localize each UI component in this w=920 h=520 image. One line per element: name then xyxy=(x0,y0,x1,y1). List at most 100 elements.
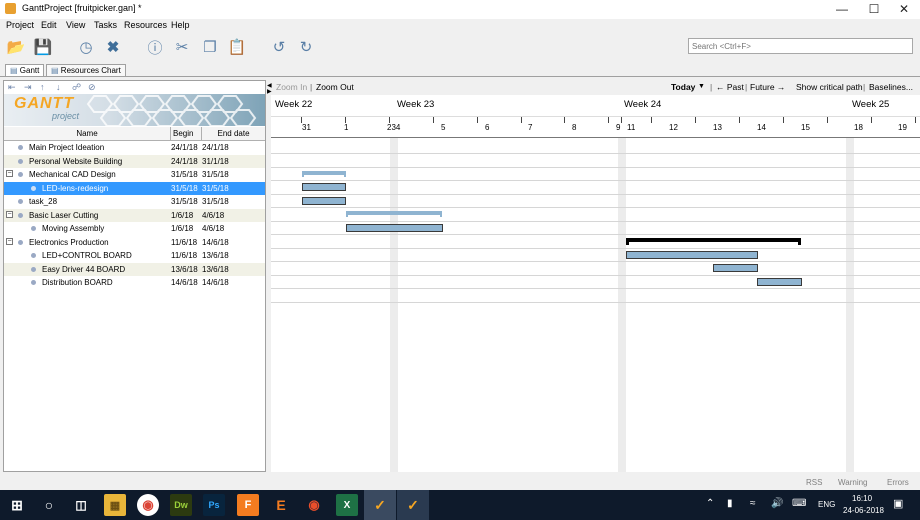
close-button[interactable]: ✕ xyxy=(888,0,920,19)
unlink-icon[interactable]: ⊘ xyxy=(88,82,96,93)
indent-icon[interactable]: ⇥ xyxy=(24,82,32,93)
clock-date[interactable]: 24-06-2018 xyxy=(843,506,884,515)
search-input[interactable] xyxy=(688,38,913,54)
table-row[interactable]: Easy Driver 44 BOARD 13/6/18 13/6/18 xyxy=(4,262,265,276)
warning-link[interactable]: Warning xyxy=(838,478,868,487)
task-bar-led-control-board[interactable] xyxy=(626,251,758,259)
link-icon[interactable]: ☍ xyxy=(72,82,81,93)
critical-path-button[interactable]: Show critical path xyxy=(796,82,863,92)
table-row[interactable]: − Mechanical CAD Design 31/5/18 31/5/18 xyxy=(4,168,265,182)
menu-resources[interactable]: Resources xyxy=(124,20,167,30)
day-tick xyxy=(301,117,302,123)
task-name: Easy Driver 44 BOARD xyxy=(42,264,126,274)
today-button[interactable]: Today xyxy=(671,82,695,92)
splitter-arrow-icon[interactable]: ▶ xyxy=(267,88,272,95)
app-f-icon[interactable]: F xyxy=(237,494,259,516)
collapse-toggle-icon[interactable]: − xyxy=(6,237,13,245)
undo-icon[interactable]: ↺ xyxy=(270,38,288,56)
splitter[interactable] xyxy=(267,80,271,472)
summary-bar-electronics-production[interactable] xyxy=(626,238,801,242)
tray-chevron-icon[interactable]: ⌃ xyxy=(706,498,714,509)
summary-bar-mechanical-cad[interactable] xyxy=(302,171,346,175)
dreamweaver-icon[interactable]: Dw xyxy=(170,494,192,516)
task-bullet-icon xyxy=(18,199,23,204)
info-icon[interactable]: ⓘ xyxy=(146,38,164,57)
table-row[interactable]: Personal Website Building 24/1/18 31/1/18 xyxy=(4,154,265,168)
chart-toolbar: Zoom In | Zoom Out Today ▼ | ← Past | Fu… xyxy=(270,80,920,95)
chrome-icon[interactable]: ◉ xyxy=(137,494,159,516)
table-row[interactable]: Distribution BOARD 14/6/18 14/6/18 xyxy=(4,276,265,290)
collapse-toggle-icon[interactable]: − xyxy=(6,210,13,218)
unindent-icon[interactable]: ⇤ xyxy=(8,82,16,93)
table-row[interactable]: − Basic Laser Cutting 1/6/18 4/6/18 xyxy=(4,208,265,222)
task-bullet-icon xyxy=(31,280,36,285)
table-row[interactable]: LED-lens-redesign 31/5/18 31/5/18 xyxy=(4,181,265,195)
task-bar-easy-driver-board[interactable] xyxy=(713,264,758,272)
task-bullet-icon xyxy=(18,212,23,218)
rss-link[interactable]: RSS xyxy=(806,478,822,487)
task-end-date: 14/6/18 xyxy=(202,237,229,247)
redo-icon[interactable]: ↻ xyxy=(297,38,315,56)
past-button[interactable]: ← Past xyxy=(716,82,744,92)
photoshop-icon[interactable]: Ps xyxy=(203,494,225,516)
ganttproject-window-icon[interactable]: ✓ xyxy=(402,494,424,516)
copy-icon[interactable]: ❐ xyxy=(201,38,219,56)
day-tick xyxy=(871,117,872,123)
today-dropdown-icon[interactable]: ▼ xyxy=(698,83,705,90)
menu-tasks[interactable]: Tasks xyxy=(94,20,117,30)
column-header-name[interactable]: Name xyxy=(4,127,171,140)
chart-row-line xyxy=(271,247,920,249)
summary-bar-basic-laser-cutting[interactable] xyxy=(346,211,442,215)
clock-icon[interactable]: ◷ xyxy=(77,38,95,56)
volume-icon[interactable]: 🔊 xyxy=(771,498,783,509)
task-bar-task-28[interactable] xyxy=(302,197,346,205)
language-indicator[interactable]: ENG xyxy=(818,500,835,509)
table-row[interactable]: − Electronics Production 11/6/18 14/6/18 xyxy=(4,236,265,250)
save-icon[interactable]: 💾 xyxy=(34,38,53,56)
wifi-icon[interactable]: ≈ xyxy=(750,498,756,509)
table-row[interactable]: Moving Assembly 1/6/18 4/6/18 xyxy=(4,222,265,236)
move-down-icon[interactable]: ↓ xyxy=(56,82,61,92)
table-row[interactable]: task_28 31/5/18 31/5/18 xyxy=(4,195,265,209)
maximize-button[interactable]: ☐ xyxy=(858,0,890,19)
clock-time[interactable]: 16:10 xyxy=(852,494,872,503)
file-explorer-icon[interactable]: ▦ xyxy=(104,494,126,516)
task-end-date: 13/6/18 xyxy=(202,264,229,274)
menu-project[interactable]: Project xyxy=(6,20,34,30)
task-bar-led-lens-redesign[interactable] xyxy=(302,183,346,191)
paste-icon[interactable]: 📋 xyxy=(228,38,247,56)
ganttproject-taskbar-icon[interactable]: ✓ xyxy=(369,494,391,516)
task-bar-moving-assembly[interactable] xyxy=(346,224,443,232)
open-folder-icon[interactable]: 📂 xyxy=(7,38,26,56)
future-button[interactable]: Future → xyxy=(750,82,785,92)
excel-icon[interactable]: X xyxy=(336,494,358,516)
menu-edit[interactable]: Edit xyxy=(41,20,57,30)
battery-icon[interactable]: ▮ xyxy=(727,498,733,509)
task-bar-distribution-board[interactable] xyxy=(757,278,802,286)
zoom-in-button[interactable]: Zoom In xyxy=(276,82,307,92)
cut-icon[interactable]: ✂ xyxy=(173,38,191,56)
minimize-button[interactable]: — xyxy=(826,0,858,19)
collapse-toggle-icon[interactable]: − xyxy=(6,170,13,177)
delete-icon[interactable]: ✖ xyxy=(104,38,122,56)
app-circle-icon[interactable]: ◉ xyxy=(303,494,325,516)
task-end-date: 31/1/18 xyxy=(202,156,229,166)
cortana-icon[interactable]: ○ xyxy=(38,494,60,516)
table-row[interactable]: Main Project Ideation 24/1/18 24/1/18 xyxy=(4,141,265,155)
app-e-icon[interactable]: E xyxy=(270,494,292,516)
column-header-end[interactable]: End date xyxy=(202,127,265,140)
move-up-icon[interactable]: ↑ xyxy=(40,82,45,92)
errors-link[interactable]: Errors xyxy=(887,478,909,487)
windows-start-icon[interactable]: ⊞ xyxy=(6,494,28,516)
column-header-begin[interactable]: Begin ... xyxy=(171,127,202,151)
menu-help[interactable]: Help xyxy=(171,20,190,30)
keyboard-icon[interactable]: ⌨ xyxy=(792,498,806,509)
table-row[interactable]: LED+CONTROL BOARD 11/6/18 13/6/18 xyxy=(4,249,265,263)
zoom-out-button[interactable]: Zoom Out xyxy=(316,82,354,92)
menu-view[interactable]: View xyxy=(66,20,85,30)
week-header: Week 22 Week 23 Week 24 Week 25 xyxy=(271,96,920,117)
baselines-button[interactable]: Baselines... xyxy=(869,82,913,92)
tree-toolbar: ⇤ ⇥ ↑ ↓ ☍ ⊘ xyxy=(4,81,265,94)
task-view-icon[interactable]: ◫ xyxy=(70,494,92,516)
notification-icon[interactable]: ▣ xyxy=(893,497,903,510)
